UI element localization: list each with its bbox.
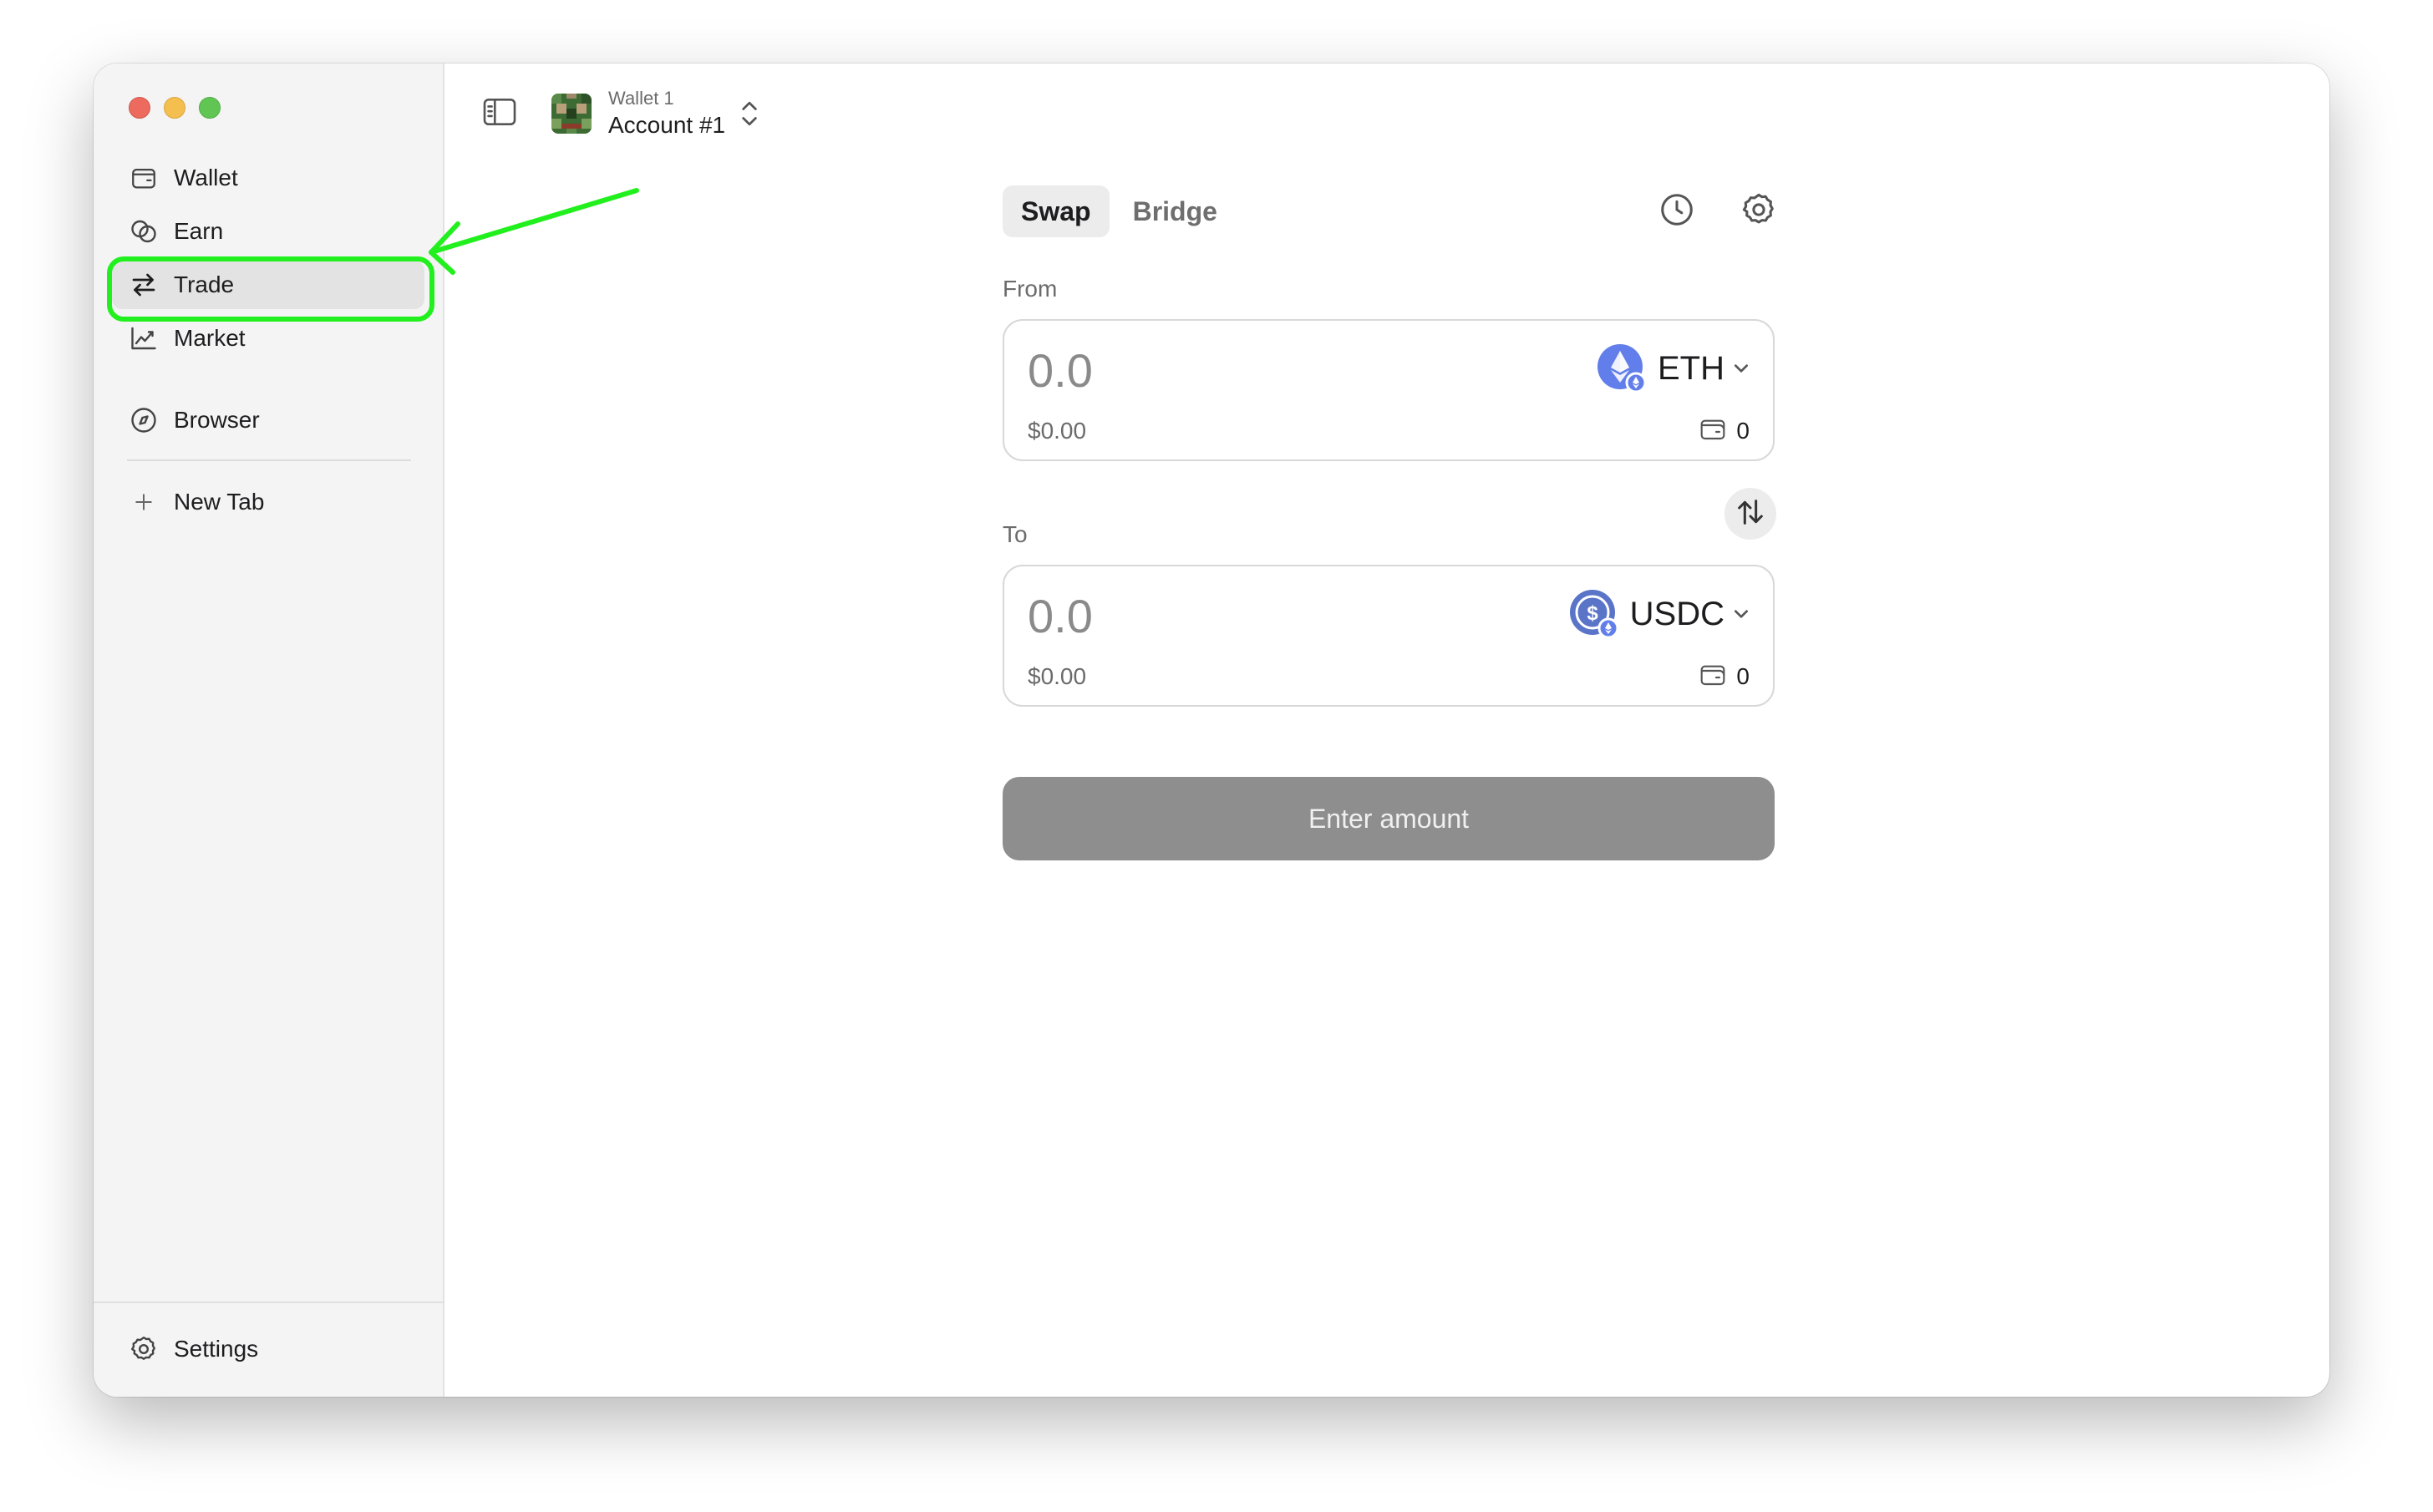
sidebar-item-label: Wallet [174,165,238,190]
to-balance: 0 [1699,662,1750,691]
wallet-name: Wallet 1 [608,88,674,109]
sidebar-item-label: Earn [174,218,224,244]
sidebar-toggle-icon [481,97,518,131]
tab-bridge[interactable]: Bridge [1115,185,1236,237]
svg-text:$: $ [1587,602,1598,625]
sidebar-toggle-button[interactable] [478,92,521,135]
to-token-selector[interactable]: $ USDC [1568,588,1750,640]
chevron-up-down-icon [740,99,759,128]
sidebar-item-wallet[interactable]: Wallet [112,154,424,202]
from-token-selector[interactable]: ETH [1596,342,1750,394]
to-balance-value: 0 [1736,662,1750,689]
gear-icon [129,1334,159,1364]
to-token-panel: $0.00 $ USDC [1003,565,1775,707]
to-amount-input[interactable] [1028,586,1445,645]
sidebar-item-settings[interactable]: Settings [112,1325,424,1373]
wallet-icon [129,163,159,193]
from-token-symbol: ETH [1658,349,1724,387]
sidebar-item-market[interactable]: Market [112,314,424,363]
eth-token-icon [1596,342,1648,394]
gear-icon [1740,190,1778,233]
sidebar-item-earn[interactable]: Earn [112,207,424,256]
wallet-icon [1699,662,1726,691]
from-label: From [1003,276,1058,302]
sidebar-item-label: Browser [174,407,260,433]
sidebar: Wallet Earn Trade Market Browser New Tab… [94,63,444,1397]
usdc-token-icon: $ [1568,588,1620,640]
sidebar-item-label: Market [174,325,246,351]
chevron-down-icon [1733,363,1750,374]
earn-icon [129,216,159,246]
account-name: Account #1 [608,112,726,138]
chart-icon [129,323,159,353]
trade-tabs: Swap Bridge [1003,185,1236,237]
sidebar-item-browser[interactable]: Browser [112,396,424,444]
app-window: Wallet Earn Trade Market Browser New Tab… [94,63,2329,1397]
swap-settings-button[interactable] [1735,187,1783,236]
swap-vertical-icon [1734,495,1767,533]
chevron-down-icon [1733,608,1750,620]
tab-swap[interactable]: Swap [1003,185,1110,237]
to-usd-value: $0.00 [1028,663,1087,689]
from-balance-value: 0 [1736,417,1750,444]
swap-direction-button[interactable] [1724,488,1776,540]
to-token-symbol: USDC [1629,595,1724,632]
sidebar-divider [127,459,411,461]
wallet-icon [1699,416,1726,445]
from-balance: 0 [1699,416,1750,445]
settings-label: Settings [174,1336,259,1362]
window-controls [129,97,221,119]
main-content: Wallet 1 Account #1 Swap Bridge From $0 [444,63,2329,1397]
sidebar-bottom-divider [94,1301,443,1303]
enter-amount-button[interactable]: Enter amount [1003,777,1775,860]
to-label: To [1003,521,1028,547]
sidebar-item-label: New Tab [174,489,265,515]
sidebar-item-label: Trade [174,271,235,297]
zoom-window-button[interactable] [199,97,221,119]
from-token-panel: $0.00 ETH [1003,319,1775,461]
plus-icon [129,487,159,517]
compass-icon [129,405,159,435]
clock-icon [1658,190,1696,233]
history-button[interactable] [1653,187,1701,236]
from-amount-input[interactable] [1028,341,1445,399]
trade-icon [129,270,159,300]
from-usd-value: $0.00 [1028,418,1087,444]
minimize-window-button[interactable] [164,97,185,119]
sidebar-item-trade[interactable]: Trade [112,261,424,309]
close-window-button[interactable] [129,97,150,119]
sidebar-item-new-tab[interactable]: New Tab [112,478,424,526]
avatar [551,94,592,134]
account-switcher[interactable]: Wallet 1 Account #1 [551,80,759,147]
